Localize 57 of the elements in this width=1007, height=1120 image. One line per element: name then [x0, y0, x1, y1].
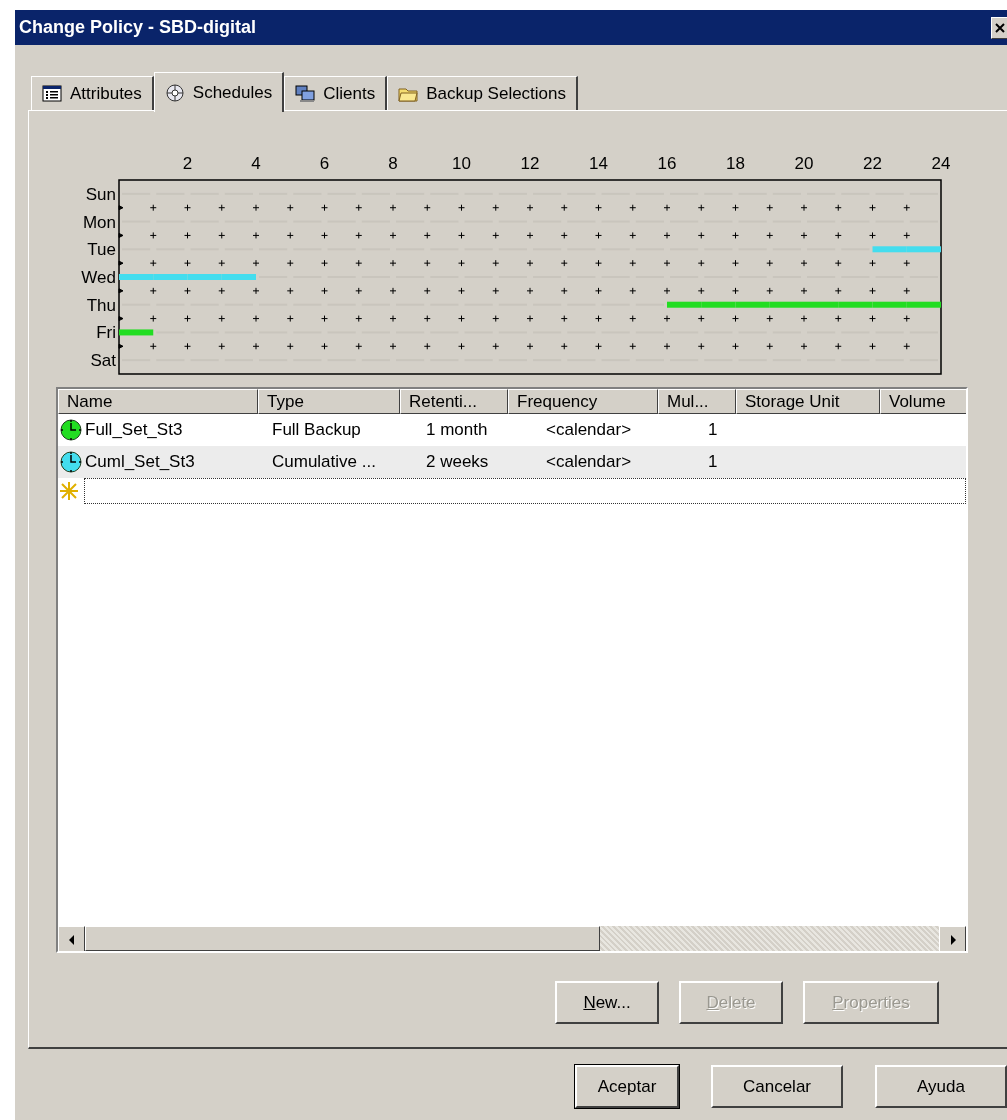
scrollbar-thumb[interactable]: [85, 926, 600, 951]
hour-label: 14: [589, 154, 608, 173]
hour-label: 2: [182, 154, 193, 173]
table-row[interactable]: Full_Set_St3 Full Backup 1 month <calendar> 1: [58, 414, 966, 446]
column-header[interactable]: Retenti...: [400, 389, 508, 414]
day-label: Thu: [86, 295, 116, 315]
tab[interactable]: Attributes: [31, 76, 154, 110]
column-header[interactable]: Mul...: [658, 389, 736, 414]
horizontal-scrollbar[interactable]: [58, 926, 966, 951]
day-label: Sun: [85, 184, 116, 204]
right-arrow-icon[interactable]: [948, 934, 957, 945]
day-label: Sat: [90, 351, 116, 371]
window-title: Change Policy - SBD-digital: [19, 17, 257, 38]
hour-label: 24: [931, 154, 951, 173]
close-icon: [995, 22, 1005, 33]
day-label: Wed: [81, 268, 116, 287]
table-cell-text: 1: [707, 420, 719, 440]
new-row-field[interactable]: [84, 478, 966, 504]
left-arrow-icon[interactable]: [67, 934, 76, 945]
table-cell-text: 2 weeks: [425, 452, 490, 472]
hour-label: 18: [726, 154, 745, 173]
hour-label: 6: [319, 154, 330, 173]
table-row[interactable]: Cuml_Set_St3 Cumulative ... 2 weeks <calendar> 1: [58, 446, 966, 478]
column-header[interactable]: Frequency: [508, 389, 658, 414]
tab[interactable]: Clients: [284, 76, 388, 110]
day-label: Fri: [96, 323, 116, 343]
dialog-button[interactable]: Aceptar: [575, 1065, 679, 1108]
hour-label: 16: [657, 154, 677, 173]
hour-label: 22: [863, 154, 882, 173]
hour-label: 12: [520, 154, 540, 173]
table-cell: Cuml_Set_St3: [85, 452, 195, 472]
tab[interactable]: Backup Selections: [387, 76, 579, 110]
column-header[interactable]: Storage Unit: [736, 389, 880, 414]
table-cell-text: Full Backup: [271, 420, 362, 440]
table-cell-text: <calendar>: [545, 420, 633, 440]
day-label: Mon: [82, 212, 116, 232]
table-cell-text: <calendar>: [545, 452, 633, 472]
column-header[interactable]: Name: [58, 389, 258, 414]
hour-label: 10: [452, 154, 471, 173]
hour-label: 8: [388, 154, 398, 173]
table-cell-text: Cumulative ...: [271, 452, 377, 472]
schedule-button[interactable]: New...: [555, 981, 659, 1024]
column-header[interactable]: Volume: [880, 389, 966, 414]
table-cell-text: 1: [707, 452, 719, 472]
tab[interactable]: Schedules: [153, 72, 285, 112]
dialog-button[interactable]: Ayuda: [875, 1065, 1007, 1108]
column-header[interactable]: Type: [258, 389, 400, 414]
table-cell-text: 1 month: [425, 420, 489, 440]
table-cell: Full_Set_St3: [85, 420, 183, 440]
hour-label: 4: [251, 154, 261, 173]
hour-label: 20: [794, 154, 814, 173]
day-label: Tue: [87, 240, 116, 260]
list-icon: [42, 83, 62, 104]
computers-icon: [295, 83, 316, 104]
close-button[interactable]: [991, 16, 1007, 39]
sparkle-icon: [58, 480, 80, 502]
dialog-button[interactable]: Cancelar: [711, 1065, 843, 1108]
